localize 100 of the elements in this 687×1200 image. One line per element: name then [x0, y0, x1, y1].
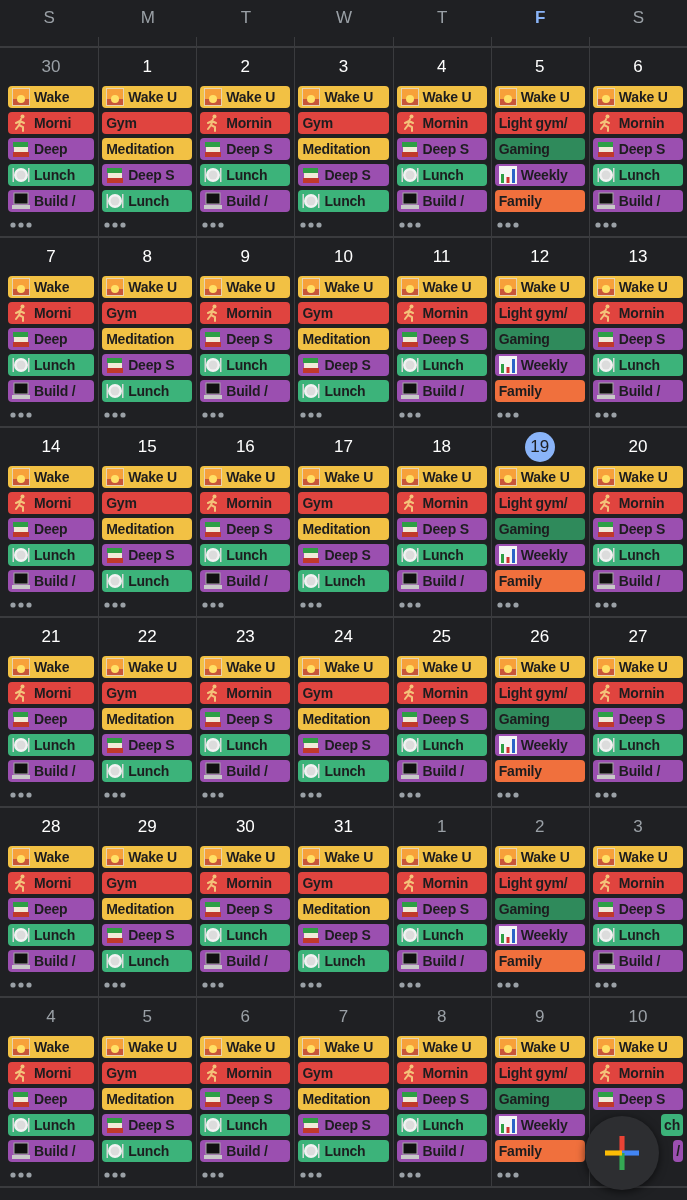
- date-number[interactable]: 16: [230, 432, 261, 462]
- event-chip[interactable]: Deep S: [396, 138, 487, 160]
- date-number[interactable]: 30: [36, 52, 67, 82]
- event-chip[interactable]: Family: [494, 190, 585, 212]
- event-chip[interactable]: Deep S: [200, 898, 291, 920]
- more-icon[interactable]: [202, 602, 225, 608]
- event-chip[interactable]: Lunch: [396, 1114, 487, 1136]
- event-chip[interactable]: Gaming: [494, 1088, 585, 1110]
- date-number[interactable]: 14: [36, 432, 67, 462]
- event-chip[interactable]: Weekly: [494, 164, 585, 186]
- today-date[interactable]: 19: [524, 432, 555, 462]
- event-chip[interactable]: Gym: [298, 492, 389, 514]
- event-chip[interactable]: Build /: [8, 1140, 95, 1162]
- event-chip[interactable]: Morni: [8, 302, 95, 324]
- event-chip[interactable]: Lunch: [200, 544, 291, 566]
- event-chip[interactable]: Weekly: [494, 734, 585, 756]
- more-icon[interactable]: [398, 1172, 421, 1178]
- date-number[interactable]: 13: [622, 242, 653, 272]
- event-chip[interactable]: Wake U: [592, 656, 683, 678]
- date-number[interactable]: 2: [524, 812, 555, 842]
- event-chip[interactable]: Build /: [8, 950, 95, 972]
- event-chip[interactable]: Build /: [200, 950, 291, 972]
- event-chip[interactable]: Deep: [8, 1088, 95, 1110]
- event-chip[interactable]: Lunch: [298, 950, 389, 972]
- add-button[interactable]: [585, 1116, 659, 1190]
- event-chip[interactable]: Gym: [298, 302, 389, 324]
- event-chip[interactable]: Mornin: [200, 112, 291, 134]
- event-chip[interactable]: Mornin: [200, 682, 291, 704]
- event-chip[interactable]: Deep S: [102, 924, 193, 946]
- event-chip[interactable]: Lunch: [200, 1114, 291, 1136]
- event-chip[interactable]: Deep: [8, 708, 95, 730]
- event-chip[interactable]: Wake U: [592, 846, 683, 868]
- event-chip[interactable]: Wake U: [592, 466, 683, 488]
- date-number[interactable]: 31: [328, 812, 359, 842]
- event-chip[interactable]: Wake U: [592, 86, 683, 108]
- event-chip[interactable]: Deep S: [592, 1088, 683, 1110]
- event-chip[interactable]: Meditation: [298, 328, 389, 350]
- event-chip[interactable]: Build /: [592, 190, 683, 212]
- event-chip[interactable]: Build /: [592, 380, 683, 402]
- event-chip[interactable]: Deep S: [396, 518, 487, 540]
- event-chip[interactable]: Meditation: [102, 518, 193, 540]
- date-number[interactable]: 29: [132, 812, 163, 842]
- event-chip[interactable]: Gaming: [494, 518, 585, 540]
- more-icon[interactable]: [202, 982, 225, 988]
- event-chip[interactable]: Deep S: [592, 518, 683, 540]
- event-chip[interactable]: Wake U: [298, 466, 389, 488]
- event-chip[interactable]: Wake: [8, 656, 95, 678]
- more-icon[interactable]: [104, 982, 127, 988]
- event-chip[interactable]: Lunch: [592, 734, 683, 756]
- event-chip[interactable]: Meditation: [298, 518, 389, 540]
- event-chip[interactable]: Lunch: [592, 354, 683, 376]
- event-chip[interactable]: Mornin: [396, 492, 487, 514]
- date-number[interactable]: 27: [622, 622, 653, 652]
- event-chip[interactable]: Wake U: [592, 1036, 683, 1058]
- date-number[interactable]: 8: [426, 1002, 457, 1032]
- event-chip[interactable]: Weekly: [494, 924, 585, 946]
- event-chip[interactable]: Wake U: [396, 846, 487, 868]
- date-number[interactable]: 7: [36, 242, 67, 272]
- event-chip[interactable]: Mornin: [592, 492, 683, 514]
- event-chip[interactable]: Light gym/: [494, 492, 585, 514]
- event-chip[interactable]: Wake U: [200, 846, 291, 868]
- date-number[interactable]: 11: [426, 242, 457, 272]
- event-chip[interactable]: Build /: [8, 380, 95, 402]
- event-chip[interactable]: Deep S: [298, 164, 389, 186]
- event-chip[interactable]: Gym: [298, 872, 389, 894]
- event-chip[interactable]: Wake U: [494, 656, 585, 678]
- event-chip[interactable]: Deep S: [592, 138, 683, 160]
- more-icon[interactable]: [300, 222, 323, 228]
- more-icon[interactable]: [496, 1172, 519, 1178]
- more-icon[interactable]: [300, 982, 323, 988]
- more-icon[interactable]: [496, 602, 519, 608]
- event-chip[interactable]: Wake U: [396, 466, 487, 488]
- event-chip[interactable]: Wake U: [396, 276, 487, 298]
- more-icon[interactable]: [10, 222, 32, 228]
- event-chip[interactable]: Family: [494, 1140, 585, 1162]
- date-number[interactable]: 5: [524, 52, 555, 82]
- more-icon[interactable]: [202, 792, 225, 798]
- event-chip[interactable]: Lunch: [102, 570, 193, 592]
- event-chip[interactable]: Build /: [592, 570, 683, 592]
- event-chip[interactable]: Deep S: [298, 1114, 389, 1136]
- event-chip[interactable]: Deep S: [102, 164, 193, 186]
- date-number[interactable]: 26: [524, 622, 555, 652]
- event-chip[interactable]: Morni: [8, 682, 95, 704]
- event-chip[interactable]: Wake U: [494, 466, 585, 488]
- event-chip[interactable]: Lunch: [200, 924, 291, 946]
- event-chip[interactable]: Gaming: [494, 898, 585, 920]
- event-chip[interactable]: Lunch: [8, 734, 95, 756]
- event-chip[interactable]: Wake U: [494, 86, 585, 108]
- more-icon[interactable]: [300, 792, 323, 798]
- date-number[interactable]: 6: [230, 1002, 261, 1032]
- event-chip[interactable]: Lunch: [298, 380, 389, 402]
- event-chip[interactable]: Gym: [102, 682, 193, 704]
- event-chip[interactable]: Gaming: [494, 328, 585, 350]
- event-chip[interactable]: Morni: [8, 1062, 95, 1084]
- event-chip[interactable]: Deep: [8, 518, 95, 540]
- event-chip[interactable]: Deep S: [102, 734, 193, 756]
- event-chip[interactable]: Morni: [8, 112, 95, 134]
- event-chip[interactable]: Morni: [8, 872, 95, 894]
- more-icon[interactable]: [104, 602, 127, 608]
- event-chip[interactable]: Family: [494, 380, 585, 402]
